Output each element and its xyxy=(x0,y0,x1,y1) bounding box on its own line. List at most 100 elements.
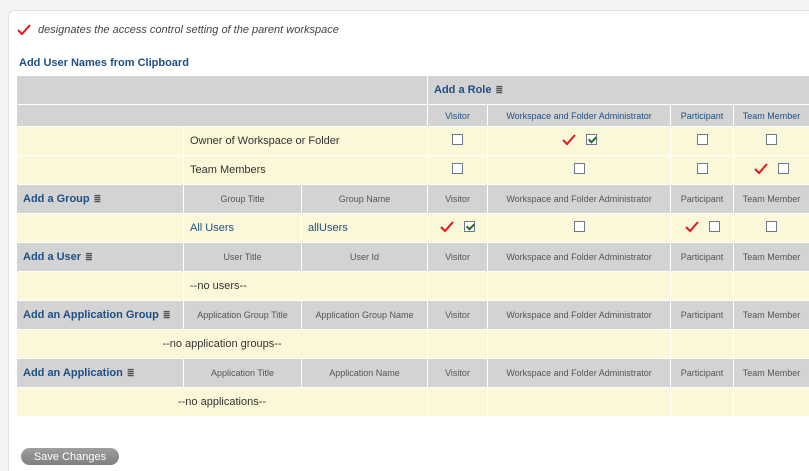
user-header-row: Add a User ≣ User Title User Id Visitor W… xyxy=(16,242,809,272)
checkbox-cell xyxy=(487,155,672,185)
filter-icon: ≣ xyxy=(162,309,171,320)
role-checkbox[interactable] xyxy=(452,134,464,145)
special-row-label: Team Members xyxy=(182,155,429,185)
checkbox-cell xyxy=(427,213,489,243)
add-app-group-button[interactable]: Add an Application Group ≣ xyxy=(16,300,184,330)
row-blank xyxy=(16,126,184,156)
role-checkbox[interactable] xyxy=(696,163,708,174)
red-check-icon xyxy=(17,24,31,36)
role-workspace-admin: Workspace and Folder Administrator xyxy=(487,300,672,330)
role-participant: Participant xyxy=(670,184,735,214)
row-blank xyxy=(16,155,184,185)
add-role-label: Add a Role xyxy=(434,84,492,96)
save-changes-button[interactable]: Save Changes xyxy=(21,448,119,465)
role-checkbox[interactable] xyxy=(708,221,720,232)
role-visitor: Visitor xyxy=(427,104,489,127)
empty-message: --no users-- xyxy=(182,271,429,301)
red-check-icon xyxy=(440,220,454,233)
checkbox-cell xyxy=(427,126,489,156)
add-group-label: Add a Group xyxy=(23,193,90,205)
app-group-name-header: Application Group Name xyxy=(300,300,429,330)
empty-cell xyxy=(487,271,672,301)
app-group-header-row: Add an Application Group ≣ Application Gr… xyxy=(16,300,809,330)
role-workspace-admin: Workspace and Folder Administrator xyxy=(487,104,672,127)
group-name-header: Group Name xyxy=(300,184,429,214)
role-checkbox[interactable] xyxy=(766,134,778,145)
empty-cell xyxy=(733,271,809,301)
role-team-member: Team Member xyxy=(733,300,809,330)
add-user-label: Add a User xyxy=(23,251,82,263)
role-names-blank xyxy=(15,104,429,127)
role-checkbox[interactable] xyxy=(573,163,585,174)
special-row-team-members: Team Members xyxy=(16,155,809,185)
special-row-owner: Owner of Workspace or Folder xyxy=(16,126,809,156)
checkbox-cell xyxy=(670,155,735,185)
checkbox-cell xyxy=(487,126,672,156)
role-participant: Participant xyxy=(670,242,735,272)
empty-cell xyxy=(427,387,489,417)
row-blank xyxy=(16,213,184,243)
app-group-title-header: Application Group Title xyxy=(183,300,302,330)
add-application-button[interactable]: Add an Application ≣ xyxy=(16,358,184,388)
role-checkbox[interactable] xyxy=(585,134,597,145)
add-application-label: Add an Application xyxy=(23,367,123,379)
filter-icon: ≣ xyxy=(85,251,93,262)
role-visitor: Visitor xyxy=(427,300,489,330)
role-workspace-admin: Workspace and Folder Administrator xyxy=(487,242,672,272)
user-id-header: User Id xyxy=(300,242,429,272)
role-workspace-admin: Workspace and Folder Administrator xyxy=(487,358,672,388)
add-group-button[interactable]: Add a Group ≣ xyxy=(16,184,184,214)
role-names-row: Visitor Workspace and Folder Administrat… xyxy=(15,104,809,127)
filter-icon: ≣ xyxy=(495,84,504,95)
special-row-label: Owner of Workspace or Folder xyxy=(182,126,429,156)
empty-cell xyxy=(670,271,735,301)
role-team-member: Team Member xyxy=(733,242,809,272)
access-table: Add a Role ≣ Visitor Workspace and Folder… xyxy=(15,75,809,417)
group-title-link[interactable]: All Users xyxy=(183,213,302,243)
role-visitor: Visitor xyxy=(427,242,489,272)
app-name-header: Application Name xyxy=(300,358,429,388)
checkbox-cell xyxy=(487,213,672,243)
role-participant: Participant xyxy=(670,104,735,127)
checkbox-cell xyxy=(733,126,809,156)
checkbox-cell xyxy=(670,213,735,243)
role-team-member: Team Member xyxy=(733,184,809,214)
group-row: All Users allUsers xyxy=(16,213,809,243)
role-checkbox[interactable] xyxy=(766,221,778,232)
role-visitor: Visitor xyxy=(427,358,489,388)
role-checkbox[interactable] xyxy=(696,134,708,145)
role-workspace-admin: Workspace and Folder Administrator xyxy=(487,184,672,214)
empty-message: --no applications-- xyxy=(15,387,429,417)
role-checkbox[interactable] xyxy=(573,221,585,232)
role-checkbox[interactable] xyxy=(452,163,464,174)
empty-cell xyxy=(733,387,809,417)
red-check-icon xyxy=(684,220,699,233)
empty-cell xyxy=(427,271,489,301)
empty-cell xyxy=(487,387,672,417)
role-visitor: Visitor xyxy=(427,184,489,214)
checkbox-cell xyxy=(733,155,809,185)
role-team-member: Team Member xyxy=(733,104,809,127)
empty-message: --no application groups-- xyxy=(15,329,429,359)
role-participant: Participant xyxy=(670,300,735,330)
user-title-header: User Title xyxy=(183,242,302,272)
app-empty-row: --no applications-- xyxy=(15,387,809,417)
filter-icon: ≣ xyxy=(126,367,135,378)
empty-cell xyxy=(487,329,672,359)
role-checkbox[interactable] xyxy=(778,163,790,174)
checkbox-cell xyxy=(427,155,489,185)
role-team-member: Team Member xyxy=(733,358,809,388)
role-header-row: Add a Role ≣ xyxy=(15,75,809,105)
empty-cell xyxy=(427,329,489,359)
add-user-button[interactable]: Add a User ≣ xyxy=(16,242,184,272)
red-check-icon xyxy=(754,162,768,175)
group-name-link[interactable]: allUsers xyxy=(300,213,429,243)
add-app-group-label: Add an Application Group xyxy=(23,309,159,321)
role-checkbox[interactable] xyxy=(464,221,476,232)
add-from-clipboard-link[interactable]: Add User Names from Clipboard xyxy=(19,57,189,69)
row-blank xyxy=(16,271,184,301)
user-empty-row: --no users-- xyxy=(16,271,809,301)
legend: designates the access control setting of… xyxy=(17,24,339,36)
checkbox-cell xyxy=(733,213,809,243)
add-role-button[interactable]: Add a Role ≣ xyxy=(427,75,809,105)
